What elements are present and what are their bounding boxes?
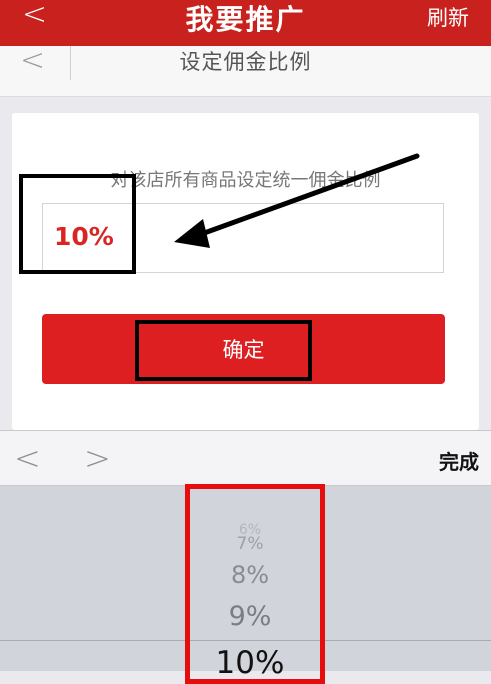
- page-title: 我要推广: [185, 3, 306, 36]
- done-button[interactable]: 完成: [439, 446, 479, 475]
- annotation-box-picker: [185, 484, 325, 684]
- annotation-box-input: [19, 174, 136, 274]
- sub-header-title: 设定佣金比例: [179, 50, 312, 74]
- previous-field-chevron-icon[interactable]: <: [14, 439, 41, 477]
- refresh-button[interactable]: 刷新: [427, 2, 469, 32]
- annotation-box-confirm: [135, 320, 312, 381]
- sub-header: < 设定佣金比例: [0, 46, 491, 97]
- top-nav-bar: < 我要推广 刷新: [0, 0, 491, 46]
- keyboard-accessory-bar: < > 完成: [0, 430, 491, 486]
- next-field-chevron-icon[interactable]: >: [84, 439, 111, 477]
